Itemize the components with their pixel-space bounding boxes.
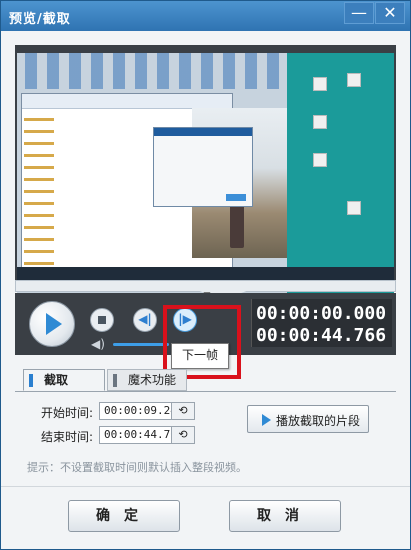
preview-capture-dialog: 预览/截取 — ✕ ▼ <box>0 0 411 550</box>
play-icon <box>262 414 271 426</box>
desktop-icon <box>313 153 327 167</box>
desktop-icons-row <box>25 53 285 89</box>
cancel-button[interactable]: 取消 <box>229 500 341 532</box>
window-title: 预览/截取 <box>9 12 71 27</box>
previous-frame-button[interactable]: ◀| <box>133 308 157 332</box>
play-button[interactable] <box>29 301 75 347</box>
ok-button[interactable]: 确定 <box>68 500 180 532</box>
preview-frame-image <box>17 53 394 317</box>
play-segment-label: 播放截取的片段 <box>276 414 361 428</box>
dialog-thumbnail <box>153 127 253 207</box>
hint-text: 提示：不设置截取时间则默认插入整段视频。 <box>27 461 247 474</box>
set-start-time-button[interactable]: ⟲ <box>171 402 195 420</box>
clock-arrow-icon: ⟲ <box>178 404 188 417</box>
next-frame-tooltip: 下一帧 <box>171 343 229 369</box>
clock-arrow-icon: ⟲ <box>178 428 188 441</box>
previous-frame-icon: ◀| <box>138 312 152 326</box>
desktop-icon <box>347 201 361 215</box>
set-end-time-button[interactable]: ⟲ <box>171 426 195 444</box>
start-time-label: 开始时间: <box>41 406 94 420</box>
minimize-button[interactable]: — <box>344 2 374 24</box>
desktop-icon <box>313 115 327 129</box>
stop-button[interactable] <box>90 308 114 332</box>
divider <box>1 486 410 487</box>
tab-capture[interactable]: 截取 <box>23 369 105 391</box>
total-time: 00:00:44.766 <box>256 325 387 346</box>
title-bar: 预览/截取 — ✕ <box>1 1 410 31</box>
current-time: 00:00:00.000 <box>256 303 387 324</box>
desktop-icon <box>347 73 361 87</box>
capture-panel: 开始时间: 00:00:09.240 ⟲ 结束时间: 00:00:44.766 … <box>15 391 396 491</box>
desktop-icon <box>313 77 327 91</box>
volume-slider[interactable] <box>113 343 169 346</box>
time-display: 00:00:00.000 00:00:44.766 <box>251 299 392 347</box>
end-time-label: 结束时间: <box>41 430 94 444</box>
play-icon <box>46 313 62 335</box>
tab-capture-label: 截取 <box>44 373 69 387</box>
close-button[interactable]: ✕ <box>375 2 405 24</box>
tab-magic-functions-label: 魔术功能 <box>128 373 177 387</box>
stop-icon <box>98 316 106 324</box>
volume-icon[interactable]: ◀) <box>91 337 105 351</box>
taskbar-thumbnail <box>17 267 394 281</box>
video-preview <box>15 45 396 309</box>
tab-bar: 截取 魔术功能 <box>15 369 396 392</box>
tab-magic-functions[interactable]: 魔术功能 <box>107 369 187 391</box>
play-segment-button[interactable]: 播放截取的片段 <box>247 405 369 433</box>
